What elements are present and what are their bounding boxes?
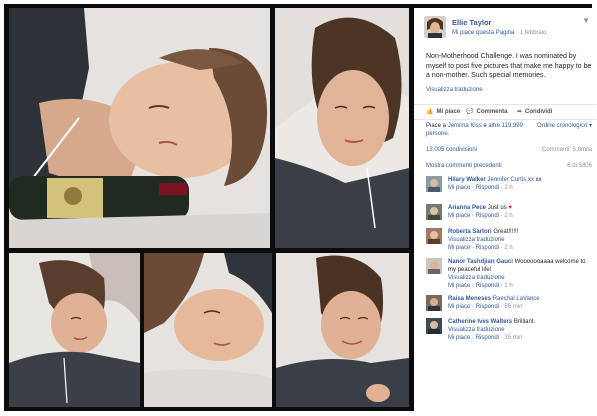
- comment-reply-link[interactable]: Rispondi: [476, 185, 499, 191]
- commenter-avatar[interactable]: [426, 228, 442, 244]
- comment-reply-link[interactable]: Rispondi: [476, 283, 499, 289]
- chevron-down-icon[interactable]: ▼: [582, 16, 590, 25]
- comment-author[interactable]: Catherine Ives Walters: [448, 319, 512, 325]
- chevron-down-icon: ▾: [588, 123, 592, 129]
- commenter-avatar[interactable]: [426, 295, 442, 311]
- photo-4-image: [144, 253, 272, 407]
- comment-time: 1 h: [504, 283, 513, 289]
- comment-meta: Mi piace · Rispondi · 35 min: [448, 335, 523, 341]
- comment-text: Just us: [487, 205, 507, 211]
- post-date[interactable]: 1 febbraio: [520, 30, 547, 36]
- post-text: Non-Motherhood Challenge. I was nominate…: [426, 53, 592, 79]
- commenter-avatar[interactable]: [426, 318, 442, 334]
- photo-3[interactable]: [9, 253, 140, 407]
- comment-time: 2 h: [504, 213, 513, 219]
- comment-author[interactable]: Raisa Meneses: [448, 296, 491, 302]
- author-avatar[interactable]: [424, 16, 446, 38]
- comment-author[interactable]: Roberta Sartori: [448, 229, 492, 235]
- comments-count: Commenti: 5,8mila: [541, 147, 592, 153]
- comment-text: Great!!!!!!: [493, 229, 519, 235]
- like-label: Mi piace: [436, 109, 461, 115]
- post-panel: Ellie Taylor Mi piace questa Pagina · 1 …: [414, 8, 596, 415]
- comment-meta: Mi piace · Rispondi · 2 h: [448, 245, 513, 251]
- commenter-avatar-image: [426, 295, 442, 311]
- comment-time: 2 h: [504, 245, 513, 251]
- photo-2-image: [275, 8, 409, 248]
- page-like-link[interactable]: Mi piace questa Pagina: [452, 30, 514, 36]
- comment-text[interactable]: Raechal LaVance: [493, 296, 540, 302]
- comment-like-link[interactable]: Mi piace: [448, 245, 470, 251]
- comment-reply-link[interactable]: Rispondi: [476, 213, 499, 219]
- commenter-avatar-image: [426, 318, 442, 334]
- comment-meta: Mi piace · Rispondi · 55 min: [448, 304, 523, 310]
- author-name[interactable]: Ellie Taylor: [452, 18, 491, 27]
- comment-author[interactable]: Arianna Pece: [448, 205, 486, 211]
- photo-1[interactable]: [9, 8, 270, 248]
- photo-4[interactable]: [144, 253, 272, 407]
- comment-like-link[interactable]: Mi piace: [448, 304, 470, 310]
- comment-author[interactable]: Nanor Tashdjian Gauci: [448, 259, 513, 265]
- comment-text[interactable]: Jennifer Curtis xx: [487, 177, 533, 183]
- share-label: Condividi: [525, 109, 553, 115]
- comment-like-link[interactable]: Mi piace: [448, 185, 470, 191]
- commenter-avatar-image: [426, 258, 442, 274]
- photo-2[interactable]: [275, 8, 409, 248]
- photo-5-image: [276, 253, 409, 407]
- sort-dropdown[interactable]: Ordine cronologico ▾: [537, 122, 592, 129]
- commenter-avatar-image: [426, 204, 442, 220]
- comment-like-link[interactable]: Mi piace: [448, 213, 470, 219]
- comment-label: Commenta: [476, 109, 508, 115]
- commenter-avatar-image: [426, 176, 442, 192]
- comment-meta: Mi piace · Rispondi · 1 h: [448, 283, 513, 289]
- comment-suffix: xx: [533, 177, 542, 183]
- commenter-avatar[interactable]: [426, 258, 442, 274]
- speech-bubble-icon: 💬: [466, 109, 474, 115]
- comment-meta: Mi piace · Rispondi · 2 h: [448, 213, 513, 219]
- comment-like-link[interactable]: Mi piace: [448, 335, 470, 341]
- action-bar: 👍 Mi piace 💬 Commenta ➦ Condividi: [414, 104, 596, 120]
- comment-reply-link[interactable]: Rispondi: [476, 304, 499, 310]
- photo-5[interactable]: [276, 253, 409, 407]
- comment-meta: Mi piace · Rispondi · 2 h: [448, 185, 513, 191]
- comment-translate-link[interactable]: Visualizza traduzione: [448, 275, 505, 281]
- comment-reply-link[interactable]: Rispondi: [476, 335, 499, 341]
- shares-count[interactable]: 13.005 condivisioni: [426, 147, 477, 153]
- thumbs-up-icon: 👍: [426, 109, 434, 115]
- heart-icon: ♥: [508, 205, 512, 211]
- comment-time: 55 min: [504, 304, 523, 310]
- comment-translate-link[interactable]: Visualizza traduzione: [448, 237, 505, 243]
- share-arrow-icon: ➦: [517, 109, 523, 115]
- commenter-avatar-image: [426, 228, 442, 244]
- comment-reply-link[interactable]: Rispondi: [476, 245, 499, 251]
- share-button[interactable]: ➦ Condividi: [517, 108, 552, 115]
- commenter-avatar[interactable]: [426, 176, 442, 192]
- author-avatar-image: [424, 16, 446, 38]
- likes-and: e: [483, 123, 487, 129]
- photo-1-image: [9, 8, 270, 248]
- likes-prefix: Piace a: [426, 123, 447, 129]
- like-button[interactable]: 👍 Mi piace: [426, 108, 460, 115]
- comment-author[interactable]: Hilary Walker: [448, 177, 486, 183]
- comment-button[interactable]: 💬 Commenta: [466, 108, 508, 115]
- show-previous-comments[interactable]: Mostra commenti precedenti: [426, 163, 502, 169]
- comment-text: Brilliant.: [513, 319, 536, 325]
- comment-like-link[interactable]: Mi piace: [448, 283, 470, 289]
- comment-translate-link[interactable]: Visualizza traduzione: [448, 327, 505, 333]
- photo-grid: Ellie Taylor Mi piace questa Pagina · 1 …: [4, 4, 596, 415]
- liker-link[interactable]: Jemima Kiss: [448, 123, 482, 129]
- post-subheader: Mi piace questa Pagina · 1 febbraio: [452, 30, 546, 36]
- sort-label: Ordine cronologico: [536, 123, 588, 129]
- see-translation-link[interactable]: Visualizza traduzione: [426, 87, 483, 93]
- comment-time: 2 h: [504, 185, 513, 191]
- commenter-avatar[interactable]: [426, 204, 442, 220]
- comments-pager: 6 di 5806: [567, 163, 592, 169]
- photo-3-image: [9, 253, 140, 407]
- comment-time: 35 min: [504, 335, 523, 341]
- likes-summary: Piace a Jemima Kiss e altre 119.999 pers…: [426, 122, 532, 138]
